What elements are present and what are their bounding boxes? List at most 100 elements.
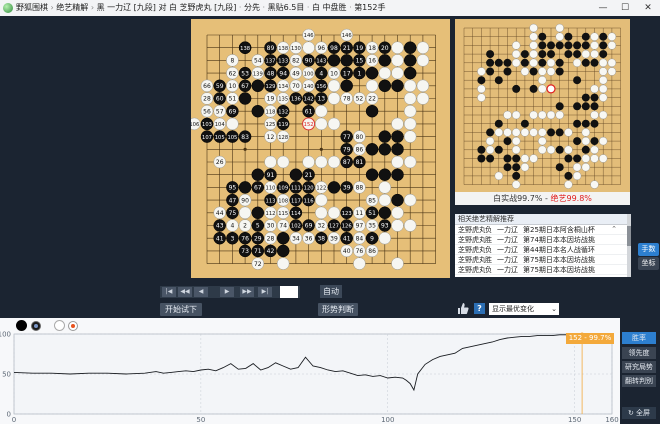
move-number: 76 xyxy=(241,235,249,242)
move-number: 26 xyxy=(216,159,224,166)
lead-button[interactable]: 领先度 xyxy=(622,347,656,359)
move-number: 152 xyxy=(304,122,314,128)
try-play-button[interactable]: 开始试下 xyxy=(160,303,202,316)
tab-move-number[interactable]: 手数 xyxy=(638,243,659,256)
judge-button[interactable]: 形势判断 xyxy=(318,303,358,316)
y-tick-label: 0 xyxy=(7,411,11,419)
winrate-button[interactable]: 胜率 xyxy=(622,332,656,344)
move-number: 48 xyxy=(267,70,275,77)
help-icon[interactable]: ? xyxy=(474,303,485,314)
mini-white-stone xyxy=(512,49,521,59)
white-stone xyxy=(302,155,315,169)
move-number: 104 xyxy=(215,122,226,128)
white-stone xyxy=(391,66,404,80)
move-number: 9 xyxy=(370,235,374,242)
collapse-icon[interactable]: ⌃ xyxy=(610,225,618,233)
maximize-button[interactable]: ☐ xyxy=(614,0,636,16)
mini-black-stone xyxy=(555,145,564,154)
first-move-button[interactable]: |◀ xyxy=(162,287,176,297)
move-number: 132 xyxy=(278,109,288,115)
mini-white-stone xyxy=(581,128,591,137)
scroll-thumb[interactable] xyxy=(627,226,631,246)
move-number: 94 xyxy=(279,70,287,77)
minimize-button[interactable]: — xyxy=(592,0,614,16)
recommend-row[interactable]: 芝野虎丸胜 一力辽 第74期日本本因坊战挑 xyxy=(455,235,627,245)
black-stone xyxy=(251,79,265,93)
black-stone xyxy=(327,181,341,194)
mini-white-stone xyxy=(581,154,591,163)
move-number: 82 xyxy=(292,58,300,65)
flip-button[interactable]: 翻转判别 xyxy=(622,375,656,387)
move-number: 127 xyxy=(329,224,339,230)
black-stone xyxy=(378,143,392,156)
white-stone xyxy=(391,117,404,131)
move-number: 19 xyxy=(267,96,275,103)
board-canvas[interactable]: 1461461311389698211918208913813085413713… xyxy=(191,19,450,278)
move-number: 128 xyxy=(278,135,288,141)
white-stone xyxy=(391,219,404,232)
mini-black-stone xyxy=(564,154,573,163)
mini-white-stone xyxy=(572,171,582,181)
move-number: 67 xyxy=(254,185,262,192)
x-tick-label: 100 xyxy=(381,416,394,424)
last-move-button[interactable]: ▶| xyxy=(258,287,272,297)
move-number: 108 xyxy=(278,198,288,204)
variation-select[interactable]: 显示最优变化 ⌄ xyxy=(489,303,559,315)
x-tick-label: 0 xyxy=(12,416,16,424)
black-stone xyxy=(403,41,417,54)
mini-black-stone xyxy=(590,58,599,67)
mini-black-stone xyxy=(590,93,599,102)
move-number: 135 xyxy=(278,97,288,103)
fast-back-button[interactable]: ◀◀ xyxy=(178,287,192,297)
study-button[interactable]: 研究局势 xyxy=(622,361,656,373)
app-icon xyxy=(3,3,13,13)
winrate-graph-canvas[interactable]: 0 50 100 0 50 100 150 160 xyxy=(0,318,620,424)
x-tick-label: 160 xyxy=(605,416,618,424)
black-stone xyxy=(378,54,392,67)
move-number: 130 xyxy=(291,46,301,52)
move-number: 142 xyxy=(304,97,314,103)
move-number: 112 xyxy=(266,211,276,217)
mini-white-stone xyxy=(598,110,608,120)
mini-white-stone xyxy=(512,41,521,50)
mini-white-stone xyxy=(494,128,503,137)
move-number: 21 xyxy=(305,172,313,179)
close-button[interactable]: ✕ xyxy=(637,0,659,16)
fast-forward-button[interactable]: ▶▶ xyxy=(240,287,254,297)
auto-play-button[interactable]: 自动 xyxy=(320,285,342,298)
move-number-input[interactable] xyxy=(280,286,298,298)
move-number: 73 xyxy=(241,248,249,255)
white-stone xyxy=(391,54,404,67)
recommend-row[interactable]: 芝野虎丸胜 一力辽 第75期日本本因坊战挑 xyxy=(455,255,627,265)
move-number: 56 xyxy=(203,108,211,115)
move-number: 71 xyxy=(254,248,262,255)
ai-preview-board xyxy=(455,19,630,192)
recommend-row[interactable]: 芝野虎丸负 一力辽 第75期日本本因坊战挑 xyxy=(455,265,627,275)
recommend-row[interactable]: 芝野虎丸负 一力辽 第44期日本名人战循环 xyxy=(455,245,627,255)
mini-black-stone xyxy=(581,145,590,154)
fullscreen-button[interactable]: ↻ 全屏 xyxy=(622,407,656,419)
recommend-scrollbar[interactable] xyxy=(627,214,631,277)
mini-black-stone xyxy=(573,102,582,111)
mini-black-stone xyxy=(573,41,582,50)
back-button[interactable]: ◀ xyxy=(194,287,208,297)
recommend-row[interactable]: 芝野虎丸负 一力辽 第25期日本阿含桐山杯 xyxy=(455,225,627,235)
black-stone xyxy=(391,130,404,143)
move-number: 87 xyxy=(343,159,351,166)
move-number: 39 xyxy=(343,185,351,192)
mini-white-stone xyxy=(529,154,538,163)
mini-black-stone xyxy=(555,128,564,137)
white-stone xyxy=(315,206,328,220)
main-go-board[interactable]: 1461461311389698211918208913813085413713… xyxy=(191,19,450,278)
forward-button[interactable]: ▶ xyxy=(220,287,234,297)
tab-coordinates[interactable]: 坐标 xyxy=(638,257,659,270)
mini-white-stone xyxy=(538,84,547,94)
move-number: 29 xyxy=(254,235,262,242)
move-number: 51 xyxy=(368,210,376,217)
move-number: 3 xyxy=(230,235,234,242)
mini-white-stone xyxy=(529,41,538,50)
move-number: 109 xyxy=(278,186,288,192)
thumbs-up-icon[interactable] xyxy=(457,302,469,315)
mini-black-stone xyxy=(503,154,512,163)
move-number: 72 xyxy=(254,261,262,268)
